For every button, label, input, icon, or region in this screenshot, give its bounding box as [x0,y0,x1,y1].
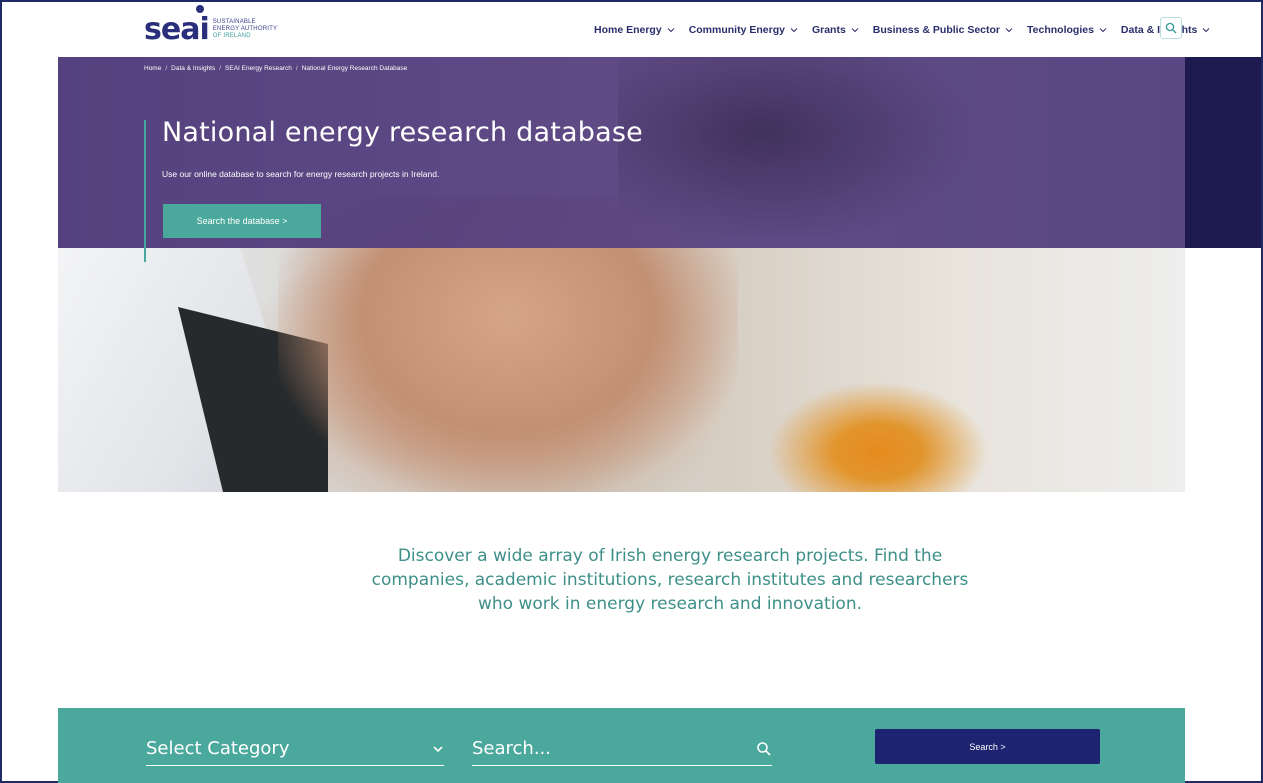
nav-item-label: Home Energy [594,24,662,36]
logo-tagline: SUSTAINABLE ENERGY AUTHORITY OF IRELAND [213,19,277,40]
breadcrumb-current: National Energy Research Database [301,65,408,72]
logo-tagline-line-1: SUSTAINABLE [212,18,256,25]
breadcrumb-data-insights[interactable]: Data & Insights [171,65,215,72]
chevron-down-icon [1099,28,1107,33]
nav-item-business-public-sector[interactable]: Business & Public Sector [873,24,1013,36]
breadcrumb-home[interactable]: Home [144,65,161,72]
search-field [472,734,772,766]
nav-item-home-energy[interactable]: Home Energy [594,24,675,36]
breadcrumb-separator: / [165,65,168,72]
search-bar: Select Category Search > [58,708,1185,783]
hero-subtitle: Use our online database to search for en… [162,169,440,179]
nav-item-label: Community Energy [688,24,785,36]
nav-item-label: Grants [811,24,846,36]
page-title: National energy research database [162,117,643,148]
hero-accent-line [144,120,146,262]
breadcrumb-separator: / [219,65,222,72]
logo-dot [196,5,204,13]
search-input[interactable] [472,738,712,759]
hero-side-band [1185,57,1261,248]
nav-item-community-energy[interactable]: Community Energy [689,24,798,36]
category-select-value: Select Category [146,738,290,759]
search-database-button[interactable]: Search the database > [163,204,321,238]
seai-logo[interactable]: seai SUSTAINABLE ENERGY AUTHORITY OF IRE… [144,5,277,49]
chevron-down-icon [1203,28,1210,33]
category-select[interactable]: Select Category [146,734,444,766]
intro-text: Discover a wide array of Irish energy re… [371,546,969,614]
logo-tagline-line-2: ENERGY AUTHORITY [212,25,278,32]
chevron-down-icon [667,28,675,33]
chevron-down-icon [790,28,798,33]
search-submit-button[interactable]: Search > [875,729,1100,764]
header-search-button[interactable] [1160,17,1182,39]
logo-tagline-line-3: OF IRELAND [212,32,251,39]
chevron-down-icon [851,28,859,33]
breadcrumb-seai-energy-research[interactable]: SEAI Energy Research [225,65,292,72]
search-icon[interactable] [756,741,772,757]
nav-item-technologies[interactable]: Technologies [1027,24,1107,36]
site-header: seai SUSTAINABLE ENERGY AUTHORITY OF IRE… [2,2,1261,57]
nav-item-label: Business & Public Sector [872,24,1001,36]
breadcrumb-separator: / [295,65,298,72]
search-icon [1165,22,1177,34]
chevron-down-icon [1005,28,1013,33]
breadcrumb: Home / Data & Insights / SEAI Energy Res… [144,65,407,72]
chevron-down-icon [433,745,443,752]
nav-item-label: Technologies [1027,24,1094,36]
nav-item-grants[interactable]: Grants [812,24,859,36]
main-nav: Home Energy Community Energy Grants Busi… [594,20,1224,40]
hero-hair-shadow [618,57,978,248]
logo-wordmark: seai [144,11,210,47]
